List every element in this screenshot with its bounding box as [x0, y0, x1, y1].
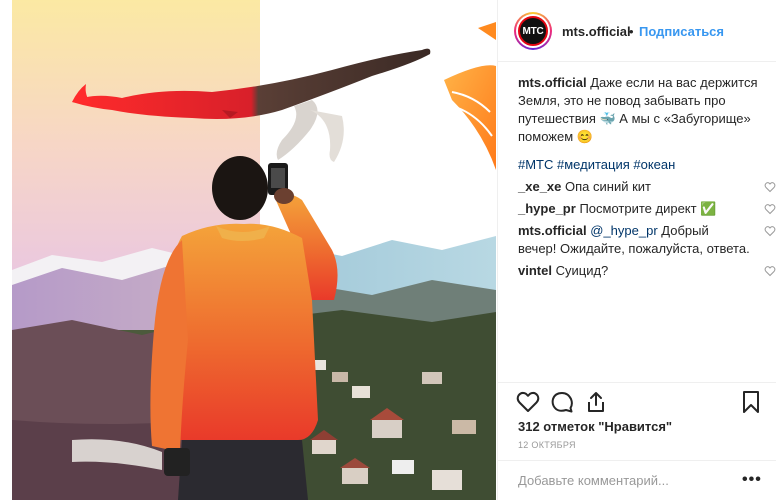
actions-divider [498, 382, 776, 383]
share-icon[interactable] [584, 390, 608, 414]
comment-item: vintel Суицид? [518, 262, 776, 280]
add-comment-input[interactable] [518, 470, 728, 490]
post-header: МТС mts.official • Подписаться [498, 0, 776, 62]
comment-text: Суицид? [555, 263, 609, 278]
comment-like-icon[interactable] [764, 181, 776, 193]
header-dot: • [629, 24, 634, 39]
more-options-button[interactable]: ••• [742, 471, 762, 489]
avatar[interactable]: МТС [514, 12, 552, 50]
comment-mention[interactable]: @_hype_pr [590, 223, 657, 238]
comments-list: mts.official Даже если на вас держится З… [518, 74, 776, 284]
comment-text: Посмотрите директ ✅ [579, 201, 717, 216]
comment-username[interactable]: mts.official [518, 223, 587, 238]
comment-item: _xe_xe Опа синий кит [518, 178, 776, 196]
comment-username[interactable]: vintel [518, 263, 552, 278]
comment-item: _hype_pr Посмотрите директ ✅ [518, 200, 776, 218]
post-hashtags[interactable]: #МТС #медитация #океан [518, 156, 766, 174]
photo-illustration [12, 0, 496, 500]
post-sidebar: МТС mts.official • Подписаться mts.offic… [497, 0, 776, 500]
comment-like-icon[interactable] [764, 265, 776, 277]
comment-username[interactable]: _xe_xe [518, 179, 561, 194]
comment-like-icon[interactable] [764, 203, 776, 215]
heart-icon[interactable] [516, 390, 540, 414]
comment-item: mts.official @_hype_pr Добрый вечер! Ожи… [518, 222, 776, 258]
add-comment-divider [498, 460, 776, 461]
comment-username[interactable]: _hype_pr [518, 201, 576, 216]
post-date: 12 октября [518, 440, 576, 450]
bookmark-icon[interactable] [739, 390, 763, 414]
comment-text: Опа синий кит [565, 179, 651, 194]
header-username[interactable]: mts.official [562, 24, 631, 39]
caption-username[interactable]: mts.official [518, 75, 587, 90]
comment-icon[interactable] [550, 390, 574, 414]
avatar-logo: МТС [518, 16, 548, 46]
follow-button[interactable]: Подписаться [639, 24, 724, 39]
likes-count[interactable]: 312 отметок "Нравится" [518, 419, 672, 434]
post-photo[interactable] [12, 0, 496, 500]
comment-like-icon[interactable] [764, 225, 776, 237]
post-caption: mts.official Даже если на вас держится З… [518, 74, 766, 146]
